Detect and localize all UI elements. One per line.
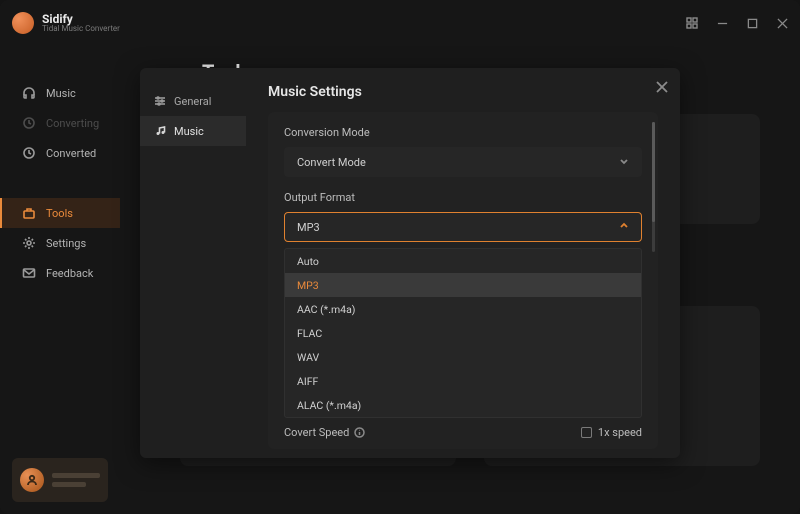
sidebar: Music Converting Converted Tools Se — [0, 46, 120, 514]
covert-speed-label: Covert Speed — [284, 426, 349, 439]
modal-tab-label: General — [174, 95, 211, 108]
app-window: Sidify Tidal Music Converter — [0, 0, 800, 514]
chevron-down-icon — [619, 156, 629, 169]
dropdown-option[interactable]: WAV — [285, 345, 641, 369]
avatar-icon — [20, 468, 44, 492]
sidebar-item-label: Converted — [46, 147, 96, 160]
checkbox-box — [581, 427, 592, 438]
modal-sidebar: General Music — [140, 68, 246, 458]
close-button[interactable] — [776, 17, 788, 29]
brand-logo-icon — [12, 12, 34, 34]
scrollbar-thumb[interactable] — [652, 122, 655, 222]
output-format-select[interactable]: MP3 — [284, 212, 642, 242]
dropdown-option[interactable]: MP3 — [285, 273, 641, 297]
sidebar-item-converted[interactable]: Converted — [0, 138, 120, 168]
sidebar-item-settings[interactable]: Settings — [0, 228, 120, 258]
dropdown-option[interactable]: FLAC — [285, 321, 641, 345]
modal-title: Music Settings — [268, 84, 658, 100]
modal-tab-music[interactable]: Music — [140, 116, 246, 146]
select-value: MP3 — [297, 221, 320, 234]
checkbox-label: 1x speed — [598, 426, 642, 439]
sidebar-item-label: Tools — [46, 207, 73, 220]
sidebar-item-music[interactable]: Music — [0, 78, 120, 108]
modal-content: Music Settings Conversion Mode Convert M… — [246, 68, 680, 458]
menu-grid-icon[interactable] — [686, 17, 698, 29]
app-subtitle: Tidal Music Converter — [42, 25, 120, 33]
mail-icon — [22, 266, 36, 280]
brand: Sidify Tidal Music Converter — [12, 12, 120, 34]
sidebar-item-label: Converting — [46, 117, 99, 130]
sidebar-item-feedback[interactable]: Feedback — [0, 258, 120, 288]
dropdown-option[interactable]: ALAC (*.m4a) — [285, 393, 641, 417]
sidebar-nav: Music Converting Converted Tools Se — [0, 78, 120, 288]
scrollbar[interactable] — [652, 122, 655, 252]
dropdown-option[interactable]: AIFF — [285, 369, 641, 393]
modal-tab-label: Music — [174, 125, 204, 138]
clock-icon — [22, 146, 36, 160]
chevron-up-icon — [619, 221, 629, 234]
user-placeholder — [52, 473, 100, 487]
settings-panel: Conversion Mode Convert Mode Output Form… — [268, 112, 658, 449]
one-x-speed-checkbox[interactable]: 1x speed — [581, 426, 642, 439]
modal-tab-general[interactable]: General — [140, 86, 246, 116]
maximize-button[interactable] — [746, 17, 758, 29]
sliders-icon — [154, 95, 166, 107]
output-format-label: Output Format — [284, 191, 642, 204]
window-controls — [686, 17, 788, 29]
user-box[interactable] — [12, 458, 108, 502]
headphones-icon — [22, 86, 36, 100]
output-format-dropdown: Auto MP3 AAC (*.m4a) FLAC WAV AIFF ALAC … — [284, 248, 642, 418]
gear-icon — [22, 236, 36, 250]
dropdown-option[interactable]: AAC (*.m4a) — [285, 297, 641, 321]
conversion-mode-label: Conversion Mode — [284, 126, 642, 139]
titlebar: Sidify Tidal Music Converter — [0, 0, 800, 46]
music-note-icon — [154, 125, 166, 137]
conversion-mode-select[interactable]: Convert Mode — [284, 147, 642, 177]
sidebar-item-tools[interactable]: Tools — [0, 198, 120, 228]
select-value: Convert Mode — [297, 156, 366, 169]
sidebar-item-label: Feedback — [46, 267, 93, 280]
dropdown-option[interactable]: Auto — [285, 249, 641, 273]
sidebar-item-label: Music — [46, 87, 76, 100]
info-icon[interactable] — [354, 427, 365, 438]
settings-modal: General Music Music Settings Conversion … — [140, 68, 680, 458]
sidebar-item-converting[interactable]: Converting — [0, 108, 120, 138]
brand-text: Sidify Tidal Music Converter — [42, 13, 120, 34]
converting-icon — [22, 116, 36, 130]
sidebar-item-label: Settings — [46, 237, 86, 250]
covert-speed-row: Covert Speed 1x speed — [284, 426, 642, 439]
toolbox-icon — [22, 206, 36, 220]
minimize-button[interactable] — [716, 17, 728, 29]
